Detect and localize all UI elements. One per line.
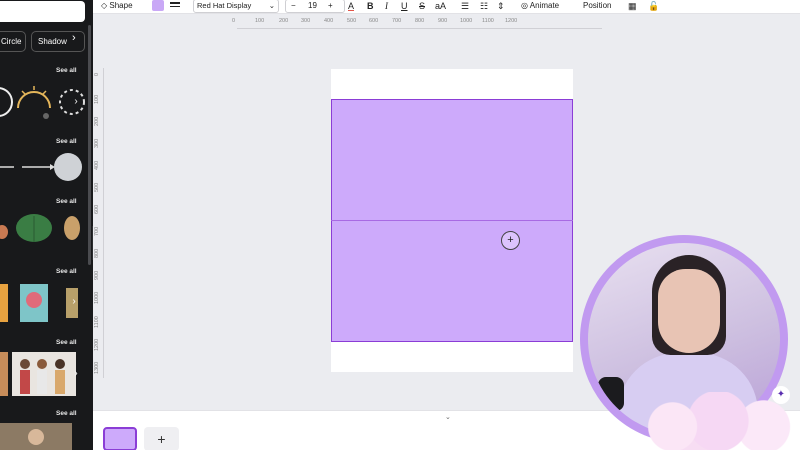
fill-color-swatch[interactable] (152, 0, 164, 11)
font-size-stepper[interactable]: − 19 + (285, 0, 345, 13)
ruler-tick: 1200 (505, 18, 518, 24)
font-value: Red Hat Display (197, 1, 252, 10)
center-guide-line (331, 220, 573, 221)
ruler-tick: 600 (94, 204, 100, 214)
ruler-tick: 200 (94, 116, 100, 126)
ruler-tick: 900 (438, 18, 448, 24)
see-all-link[interactable]: See all (56, 67, 77, 74)
ruler-tick: 500 (94, 182, 100, 192)
bold-icon[interactable]: B (367, 0, 374, 12)
align-center-icon[interactable]: ☰ (461, 0, 469, 12)
elements-row: › (0, 80, 88, 124)
elements-row: › (0, 280, 88, 324)
animate-button[interactable]: ◎ Animate (521, 0, 559, 14)
ruler-tick: 600 (369, 18, 379, 24)
ruler-tick: 800 (94, 248, 100, 258)
search-input[interactable] (0, 1, 85, 22)
row-thumbnails[interactable] (0, 423, 88, 450)
underline-icon[interactable]: U (401, 0, 408, 12)
list-icon[interactable]: ☷ (480, 0, 488, 12)
shape-icon: ◇ (101, 1, 108, 10)
elements-row: › (0, 352, 88, 396)
ruler-tick: 100 (255, 18, 265, 24)
see-all-link[interactable]: See all (56, 339, 77, 346)
next-arrow-icon[interactable]: › (68, 296, 80, 308)
ruler-tick: 800 (415, 18, 425, 24)
next-arrow-icon[interactable]: › (70, 368, 82, 380)
shape-menu[interactable]: ◇ Shape (101, 0, 133, 14)
ruler-tick: 300 (94, 138, 100, 148)
ruler-tick: 700 (94, 226, 100, 236)
add-page-button[interactable]: + (144, 427, 179, 450)
ruler-tick: 0 (94, 72, 100, 76)
border-style-icon[interactable] (170, 2, 180, 9)
text-color-icon[interactable]: A (348, 0, 354, 12)
vertical-ruler: 0 100 200 300 400 500 600 700 800 900 10… (94, 68, 104, 378)
toolbar: ◇ Shape Red Hat Display ⌄ − 19 + A B I U… (93, 0, 800, 14)
lock-icon[interactable]: 🔓 (648, 0, 659, 12)
ruler-tick: 1200 (94, 338, 100, 351)
presenter-face (658, 269, 720, 353)
row-thumbnails[interactable] (0, 208, 88, 252)
transparency-icon[interactable]: ▦ (628, 0, 637, 12)
ruler-tick: 900 (94, 270, 100, 280)
chevron-down-icon: ⌄ (268, 1, 275, 10)
chevron-down-icon[interactable]: ⌄ (445, 413, 451, 421)
elements-panel: Circle Shadow › See all › See all See al… (0, 0, 93, 450)
ruler-tick: 1000 (94, 291, 100, 304)
font-select[interactable]: Red Hat Display ⌄ (193, 0, 279, 13)
see-all-link[interactable]: See all (56, 138, 77, 145)
decrease-size-button[interactable]: − (291, 0, 296, 12)
ruler-tick: 1100 (94, 316, 100, 328)
elements-row (0, 423, 88, 450)
font-size-value[interactable]: 19 (308, 0, 317, 12)
ruler-tick: 100 (94, 94, 100, 104)
animate-label: Animate (529, 1, 560, 10)
ruler-tick: 1000 (460, 18, 473, 24)
italic-icon[interactable]: I (385, 0, 388, 12)
cloud-decoration (618, 392, 800, 450)
ruler-tick: 400 (324, 18, 334, 24)
chip-circle[interactable]: Circle (0, 31, 26, 52)
chip-shadow[interactable]: Shadow (31, 31, 85, 52)
magic-sparkle-button[interactable]: ✦ (772, 386, 790, 404)
spacing-icon[interactable]: ⇕ (497, 0, 505, 12)
ruler-tick: 300 (301, 18, 311, 24)
ruler-tick: 1300 (94, 361, 100, 374)
row-thumbnails[interactable] (0, 145, 88, 189)
next-arrow-icon[interactable]: › (70, 96, 82, 108)
page-thumbnail[interactable] (103, 427, 137, 450)
elements-row (0, 208, 88, 252)
shape-label: Shape (109, 1, 133, 10)
ruler-tick: 1100 (482, 18, 494, 24)
elements-row (0, 145, 88, 189)
ruler-tick: 500 (347, 18, 357, 24)
ruler-tick: 400 (94, 160, 100, 170)
move-cursor-icon: + (501, 231, 520, 250)
chevron-right-icon[interactable]: › (72, 32, 76, 44)
increase-size-button[interactable]: + (328, 0, 333, 12)
ruler-tick: 0 (232, 18, 236, 24)
letter-case-icon[interactable]: aA (435, 0, 446, 12)
see-all-link[interactable]: See all (56, 268, 77, 275)
horizontal-ruler: 0 100 200 300 400 500 600 700 800 900 10… (232, 18, 602, 29)
position-button[interactable]: Position (583, 0, 611, 14)
ruler-tick: 200 (279, 18, 289, 24)
strikethrough-icon[interactable]: S (419, 0, 425, 12)
see-all-link[interactable]: See all (56, 410, 77, 417)
see-all-link[interactable]: See all (56, 198, 77, 205)
panel-scrollbar[interactable] (88, 25, 91, 265)
ruler-tick: 700 (392, 18, 402, 24)
animate-icon: ◎ (521, 1, 528, 10)
